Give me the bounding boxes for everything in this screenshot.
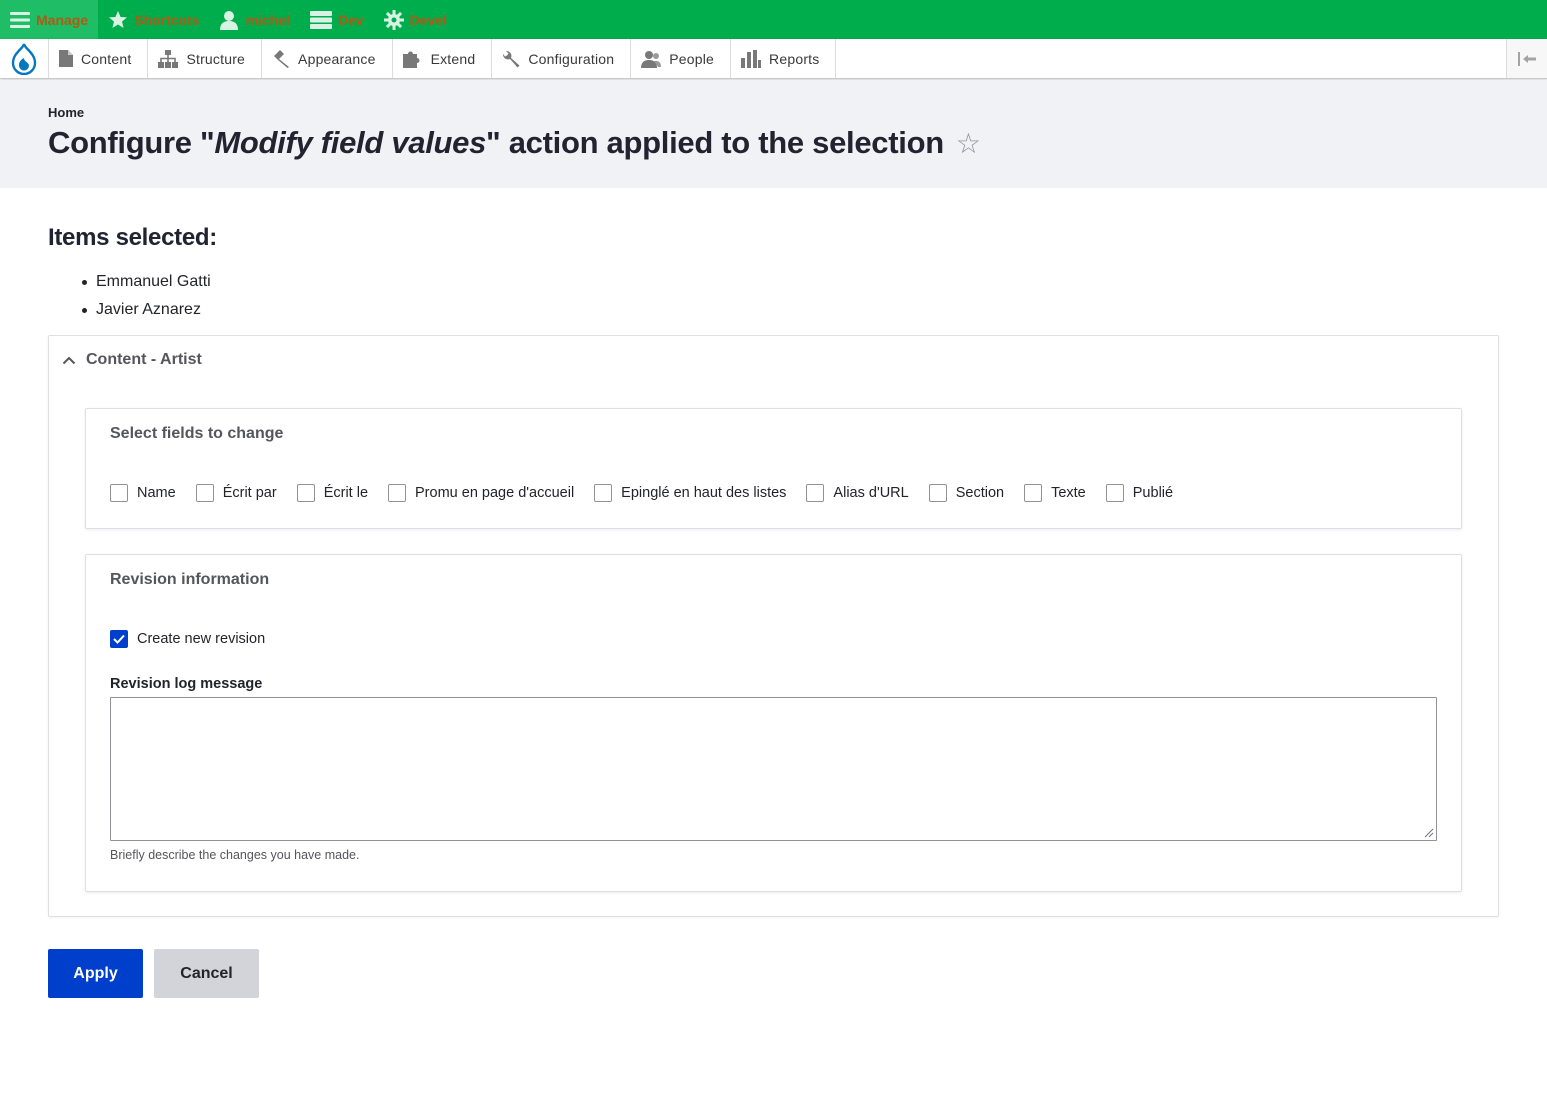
checkbox-promu[interactable]: Promu en page d'accueil: [388, 484, 574, 502]
tray-label: Reports: [769, 50, 820, 67]
fieldset-legend: Revision information: [110, 571, 270, 588]
gear-icon: [383, 9, 404, 30]
sitemap-icon: [158, 49, 179, 68]
checkbox-section[interactable]: Section: [928, 484, 1005, 502]
wrench-icon: [503, 50, 520, 67]
checkbox-epingle[interactable]: Epinglé en haut des listes: [594, 484, 786, 502]
checkbox-box[interactable]: [388, 484, 407, 502]
title-suffix: " action applied to the selection: [486, 125, 944, 160]
toolbar-item-dev[interactable]: Dev: [300, 0, 374, 39]
revision-information-fieldset: Revision information Create new revision…: [85, 554, 1462, 892]
tray-item-content[interactable]: Content: [49, 39, 149, 78]
server-icon: [309, 10, 332, 29]
admin-tray: Content Structure Appearance Extend Conf…: [0, 39, 1547, 79]
file-icon: [59, 50, 73, 67]
list-item: Emmanuel Gatti: [80, 268, 211, 296]
checkbox-label: Promu en page d'accueil: [415, 485, 575, 501]
toolbar-label: Manage: [36, 11, 89, 28]
checkbox-label: Epinglé en haut des listes: [621, 485, 787, 501]
chevron-up-icon: [62, 356, 76, 364]
checkbox-label: Écrit par: [222, 485, 277, 501]
checkbox-label: Section: [955, 485, 1005, 501]
menu-icon: [10, 11, 30, 28]
items-selected-list: Emmanuel Gatti Javier Aznarez: [80, 268, 211, 324]
checkbox-box[interactable]: [296, 484, 315, 502]
details-summary-label: Content - Artist: [86, 351, 202, 368]
checkbox-box[interactable]: [110, 484, 128, 502]
checkbox-ecrit-par[interactable]: Écrit par: [195, 484, 277, 502]
details-summary[interactable]: Content - Artist: [62, 351, 202, 369]
title-action: Modify field values: [214, 125, 487, 160]
checkbox-label: Create new revision: [137, 631, 266, 647]
page-title: Configure " Modify field values " action a…: [48, 125, 981, 161]
checkbox-label: Texte: [1051, 485, 1086, 501]
tray-item-configuration[interactable]: Configuration: [492, 39, 632, 78]
page-header: Home Configure " Modify field values " act…: [0, 80, 1547, 188]
checkmark-icon: [113, 634, 125, 644]
collapse-left-icon: [1518, 51, 1536, 66]
tray-label: People: [669, 50, 715, 67]
checkbox-box[interactable]: [1105, 484, 1124, 502]
checkbox-create-new-revision[interactable]: Create new revision: [110, 630, 265, 648]
revision-log-textarea[interactable]: [110, 697, 1437, 841]
tray-item-structure[interactable]: Structure: [148, 39, 263, 78]
revision-log-label: Revision log message: [110, 676, 263, 692]
content-artist-details: Content - Artist Select fields to change…: [48, 335, 1499, 917]
toolbar-label: Shortcuts: [134, 11, 200, 28]
toolbar-label: Dev: [337, 11, 364, 28]
checkbox-box[interactable]: [806, 484, 825, 502]
tray-label: Content: [81, 50, 132, 67]
admin-toolbar: Manage Shortcuts michel Dev Devel: [0, 0, 1547, 39]
list-item: Javier Aznarez: [80, 296, 211, 324]
checkbox-name[interactable]: Name: [110, 484, 176, 502]
checkbox-label: Écrit le: [323, 485, 369, 501]
puzzle-icon: [402, 51, 420, 68]
breadcrumb-home[interactable]: Home: [48, 105, 84, 120]
checkbox-box[interactable]: [195, 484, 214, 502]
tray-label: Configuration: [528, 50, 615, 67]
checkbox-publie[interactable]: Publié: [1105, 484, 1174, 502]
checkbox-label: Alias d'URL: [833, 485, 909, 501]
shortcut-star-icon[interactable]: ☆: [956, 127, 981, 160]
paintbrush-icon: [274, 49, 290, 68]
resize-grip-icon[interactable]: [1422, 826, 1434, 838]
tray-label: Appearance: [298, 50, 376, 67]
checkbox-ecrit-le[interactable]: Écrit le: [296, 484, 369, 502]
star-icon: [109, 10, 128, 28]
checkbox-label: Publié: [1132, 485, 1174, 501]
toolbar-item-devel[interactable]: Devel: [374, 0, 457, 39]
cancel-button[interactable]: Cancel: [154, 949, 259, 998]
items-selected-heading: Items selected:: [48, 224, 217, 251]
tray-item-people[interactable]: People: [631, 39, 732, 78]
apply-button[interactable]: Apply: [48, 949, 143, 998]
checkbox-box[interactable]: [1024, 484, 1043, 502]
tray-item-reports[interactable]: Reports: [731, 39, 837, 78]
people-icon: [641, 50, 662, 68]
toolbar-label: michel: [245, 11, 290, 28]
toolbar-label: Devel: [409, 11, 447, 28]
bar-chart-icon: [741, 49, 762, 68]
checkbox-alias-url[interactable]: Alias d'URL: [806, 484, 909, 502]
toolbar-item-shortcuts[interactable]: Shortcuts: [98, 0, 209, 39]
tray-orientation-toggle[interactable]: [1506, 39, 1547, 78]
drupal-logo[interactable]: [0, 39, 49, 78]
tray-label: Structure: [186, 50, 246, 67]
title-prefix: Configure ": [48, 125, 215, 160]
user-icon: [220, 10, 239, 30]
select-fields-fieldset: Select fields to change Name Écrit par É…: [85, 408, 1462, 529]
tray-item-appearance[interactable]: Appearance: [262, 39, 393, 78]
drupal-drop-icon: [11, 43, 37, 75]
checkbox-label: Name: [137, 485, 176, 501]
revision-log-help: Briefly describe the changes you have ma…: [110, 848, 360, 862]
fieldset-legend: Select fields to change: [110, 425, 284, 442]
toolbar-item-manage[interactable]: Manage: [0, 0, 99, 39]
tray-item-extend[interactable]: Extend: [393, 39, 493, 78]
field-checkboxes: Name Écrit par Écrit le Promu en page d'…: [110, 484, 1193, 502]
checkbox-box[interactable]: [928, 484, 947, 502]
checkbox-texte[interactable]: Texte: [1024, 484, 1086, 502]
checkbox-box[interactable]: [110, 630, 128, 648]
checkbox-box[interactable]: [594, 484, 613, 502]
tray-label: Extend: [430, 50, 476, 67]
toolbar-item-user[interactable]: michel: [209, 0, 299, 39]
